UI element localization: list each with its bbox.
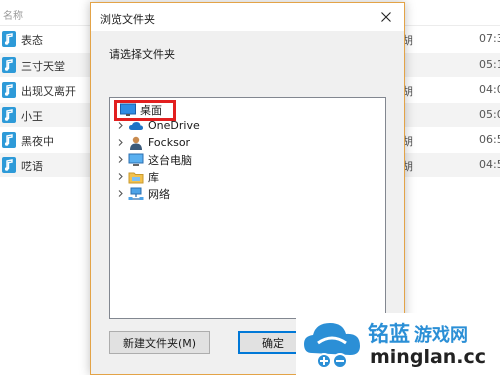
tree-item-network[interactable]: 网络 bbox=[116, 185, 170, 202]
tree-item-user[interactable]: Focksor bbox=[116, 134, 190, 151]
close-icon bbox=[381, 12, 391, 22]
watermark-brand: 铭蓝 游戏网 bbox=[368, 318, 468, 348]
tree-item-label: OneDrive bbox=[148, 119, 200, 132]
folder-tree[interactable]: 桌面 OneDrive Focksor 这台电脑 库 网络 bbox=[109, 97, 386, 319]
tree-item-label: 桌面 bbox=[140, 103, 162, 117]
tree-item-label: 网络 bbox=[148, 187, 170, 201]
song-title: 小王 bbox=[21, 110, 43, 123]
song-duration: 05:0 bbox=[479, 108, 500, 121]
desktop-icon bbox=[120, 103, 136, 116]
music-note-icon bbox=[2, 157, 16, 173]
library-icon bbox=[128, 172, 144, 183]
dialog-titlebar[interactable]: 浏览文件夹 bbox=[91, 3, 404, 31]
tree-item-desktop[interactable]: 桌面 bbox=[120, 101, 162, 118]
dialog-title: 浏览文件夹 bbox=[100, 13, 155, 26]
watermark-brand-name: 铭蓝 bbox=[368, 322, 410, 346]
tree-item-libraries[interactable]: 库 bbox=[116, 168, 159, 185]
song-title: 黑夜中 bbox=[21, 135, 54, 148]
chevron-right-icon[interactable] bbox=[116, 155, 125, 164]
tree-item-label: Focksor bbox=[148, 136, 191, 149]
computer-icon bbox=[128, 153, 144, 166]
cloud-logo-icon bbox=[304, 323, 360, 369]
song-title: 出现又离开 bbox=[21, 85, 76, 98]
music-note-icon bbox=[2, 132, 16, 148]
song-duration: 07:3 bbox=[479, 32, 500, 45]
cloud-icon bbox=[129, 121, 143, 130]
chevron-right-icon[interactable] bbox=[116, 138, 125, 147]
song-title: 三寸天堂 bbox=[21, 60, 65, 73]
watermark-domain: minglan.cc bbox=[370, 346, 487, 368]
music-note-icon bbox=[2, 82, 16, 98]
music-note-icon bbox=[2, 31, 16, 47]
song-duration: 04:5 bbox=[479, 158, 500, 171]
song-duration: 06:5 bbox=[479, 133, 500, 146]
music-note-icon bbox=[2, 57, 16, 73]
tree-item-onedrive[interactable]: OneDrive bbox=[116, 117, 200, 134]
network-icon bbox=[128, 187, 144, 200]
song-duration: 05:1 bbox=[479, 58, 500, 71]
song-duration: 04:0 bbox=[479, 83, 500, 96]
close-button[interactable] bbox=[368, 3, 404, 31]
chevron-right-icon[interactable] bbox=[116, 121, 125, 130]
song-title: 呓语 bbox=[21, 160, 43, 173]
user-icon bbox=[130, 136, 142, 150]
watermark: 铭蓝 游戏网 minglan.cc bbox=[296, 313, 500, 375]
new-folder-button[interactable]: 新建文件夹(M) bbox=[109, 331, 210, 354]
chevron-right-icon[interactable] bbox=[116, 189, 125, 198]
tree-item-label: 这台电脑 bbox=[148, 153, 192, 167]
watermark-subtitle: 游戏网 bbox=[414, 325, 468, 346]
song-title: 表态 bbox=[21, 34, 43, 47]
music-note-icon bbox=[2, 107, 16, 123]
tree-item-this-pc[interactable]: 这台电脑 bbox=[116, 151, 192, 168]
tree-item-label: 库 bbox=[148, 170, 159, 184]
chevron-right-icon[interactable] bbox=[116, 172, 125, 181]
column-header-name[interactable]: 名称 bbox=[3, 7, 23, 22]
dialog-instruction: 请选择文件夹 bbox=[109, 48, 175, 61]
